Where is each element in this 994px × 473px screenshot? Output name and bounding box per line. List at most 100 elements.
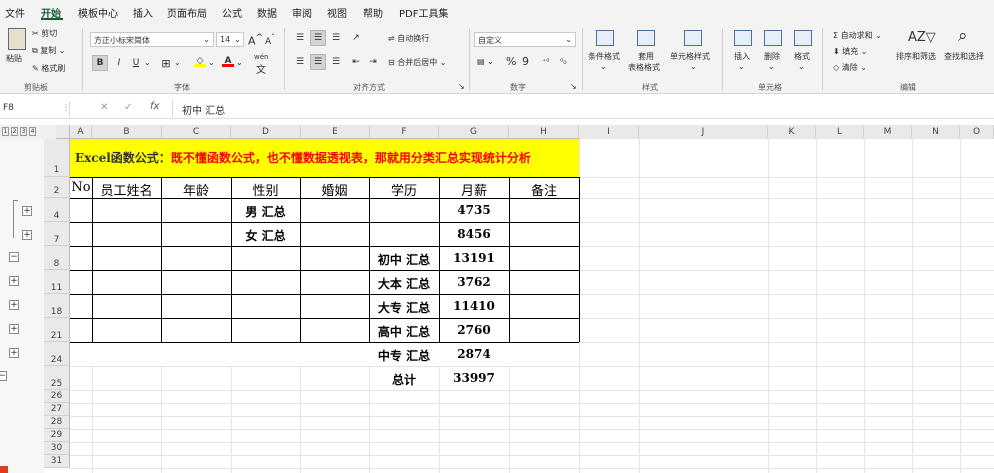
italic-button[interactable]: I <box>111 55 127 71</box>
menu-data[interactable]: 数据 <box>257 5 277 20</box>
column-header-e[interactable]: E <box>301 125 370 139</box>
decrease-decimal-icon[interactable]: ⁰₀ <box>560 57 566 66</box>
delete-cells-button[interactable]: 删除 <box>764 51 780 62</box>
increase-decimal-icon[interactable]: ⁺⁰ <box>542 57 549 66</box>
insert-cells-button[interactable]: 插入 <box>734 51 750 62</box>
collapse-group-button[interactable]: − <box>9 252 19 262</box>
row-header-4[interactable]: 4 <box>44 198 70 222</box>
menu-help[interactable]: 帮助 <box>363 5 383 20</box>
paste-button[interactable]: 粘贴 <box>6 53 22 64</box>
function-icon[interactable]: fx <box>150 101 159 112</box>
format-as-table-icon[interactable] <box>637 30 655 46</box>
column-header-d[interactable]: D <box>231 125 301 139</box>
grow-font-button[interactable]: A^ <box>248 32 263 48</box>
row-header-25[interactable]: 25 <box>44 366 70 390</box>
format-as-table-button[interactable]: 套用 <box>638 51 654 62</box>
column-header-g[interactable]: G <box>439 125 509 139</box>
expand-group-button[interactable]: + <box>22 206 32 216</box>
number-format-select[interactable]: 自定义 ⌄ <box>474 32 576 47</box>
align-bottom-icon[interactable]: ☰ <box>328 30 344 46</box>
row-header-28[interactable]: 28 <box>44 416 70 429</box>
align-right-icon[interactable]: ☰ <box>328 54 344 70</box>
font-name-select[interactable]: 方正小标宋简体 ⌄ <box>90 32 214 47</box>
row-header-27[interactable]: 27 <box>44 403 70 416</box>
outline-level-3[interactable]: 3 <box>20 127 27 136</box>
edu-subtotal-value[interactable]: 13191 <box>439 251 509 265</box>
row-header-26[interactable]: 26 <box>44 390 70 403</box>
conditional-format-icon[interactable] <box>596 30 614 46</box>
menu-insert[interactable]: 插入 <box>133 5 153 20</box>
header-marital[interactable]: 婚姻 <box>300 180 369 199</box>
header-employee-name[interactable]: 员工姓名 <box>92 180 161 199</box>
column-header-i-wide[interactable]: I <box>579 125 639 139</box>
fill-color-icon[interactable]: ◇ <box>192 53 208 69</box>
find-select-button[interactable]: 查找和选择 <box>944 51 984 62</box>
font-color-icon[interactable]: A <box>220 53 236 69</box>
edu-subtotal-label[interactable]: 初中 汇总 <box>369 251 439 268</box>
fill-color-dropdown-icon[interactable]: ⌄ <box>208 58 215 67</box>
delete-cells-icon[interactable] <box>764 30 782 46</box>
row-header-1[interactable]: 1 <box>44 139 70 177</box>
edu-subtotal-label[interactable]: 中专 汇总 <box>369 347 439 364</box>
column-header-h[interactable]: H <box>509 125 579 139</box>
header-age[interactable]: 年龄 <box>161 180 231 199</box>
name-box[interactable]: F8 <box>0 101 70 117</box>
expand-group-button[interactable]: + <box>9 324 19 334</box>
cell-styles-icon[interactable] <box>684 30 702 46</box>
row-header-29[interactable]: 29 <box>44 429 70 442</box>
edu-subtotal-value[interactable]: 3762 <box>439 275 509 289</box>
paste-icon[interactable] <box>8 28 26 50</box>
autosum-button[interactable]: Σ 自动求和 ⌄ <box>833 30 882 41</box>
number-launcher-icon[interactable]: ↘ <box>570 82 577 91</box>
select-all-corner[interactable] <box>56 125 70 139</box>
sort-filter-button[interactable]: 排序和筛选 <box>896 51 936 62</box>
outline-level-2[interactable]: 2 <box>11 127 18 136</box>
font-color-dropdown-icon[interactable]: ⌄ <box>236 58 243 67</box>
border-dropdown-icon[interactable]: ⌄ <box>174 58 181 67</box>
row-header-8[interactable]: 8 <box>44 246 70 270</box>
align-middle-icon[interactable]: ☰ <box>310 30 326 46</box>
underline-dropdown-icon[interactable]: ⌄ <box>144 58 151 67</box>
expand-group-button[interactable]: + <box>9 300 19 310</box>
menu-page-layout[interactable]: 页面布局 <box>167 5 207 20</box>
format-cells-button[interactable]: 格式 <box>794 51 810 62</box>
name-box-dropdown-icon[interactable]: ⋮ <box>62 103 70 112</box>
cell-styles-button[interactable]: 单元格样式 <box>670 51 710 62</box>
column-header-j-wide[interactable]: J <box>639 125 768 139</box>
expand-group-button[interactable]: + <box>9 348 19 358</box>
female-subtotal-label[interactable]: 女 汇总 <box>231 227 300 244</box>
grand-total-label[interactable]: 总计 <box>369 371 439 388</box>
female-subtotal-value[interactable]: 8456 <box>439 227 509 241</box>
accounting-format-icon[interactable]: ▤ ⌄ <box>477 57 494 66</box>
edu-subtotal-label[interactable]: 大专 汇总 <box>369 299 439 316</box>
row-header-11[interactable]: 11 <box>44 270 70 294</box>
header-remarks[interactable]: 备注 <box>509 180 579 199</box>
underline-button[interactable]: U <box>128 55 144 71</box>
header-education[interactable]: 学历 <box>369 180 439 199</box>
expand-group-button[interactable]: + <box>22 230 32 240</box>
grand-total-value[interactable]: 33997 <box>439 371 509 385</box>
edu-subtotal-value[interactable]: 2874 <box>439 347 509 361</box>
male-subtotal-value[interactable]: 4735 <box>439 203 509 217</box>
fill-button[interactable]: ⬇ 填充 ⌄ <box>833 46 868 57</box>
row-header-21[interactable]: 21 <box>44 318 70 342</box>
column-header-b[interactable]: B <box>92 125 162 139</box>
edu-subtotal-value[interactable]: 2760 <box>439 323 509 337</box>
column-header-k[interactable] <box>899 125 900 139</box>
increase-indent-icon[interactable]: ⇥ <box>365 54 381 70</box>
column-header-f[interactable]: F <box>370 125 439 139</box>
title-banner[interactable]: Excel函数公式：既不懂函数公式，也不懂数据透视表，那就用分类汇总实现统计分析 <box>70 139 579 177</box>
decrease-indent-icon[interactable]: ⇤ <box>348 54 364 70</box>
comma-button[interactable]: 9 <box>522 55 529 68</box>
format-cells-icon[interactable] <box>794 30 812 46</box>
edu-subtotal-value[interactable]: 11410 <box>439 299 509 313</box>
format-painter-button[interactable]: ✎ 格式刷 <box>32 63 65 74</box>
row-header-31[interactable]: 31 <box>44 455 70 468</box>
align-left-icon[interactable]: ☰ <box>292 54 308 70</box>
wrap-text-button[interactable]: ⇌ 自动换行 <box>388 33 429 44</box>
menu-file[interactable]: 文件 <box>5 5 25 20</box>
bold-button[interactable]: B <box>92 55 108 71</box>
male-subtotal-label[interactable]: 男 汇总 <box>231 203 300 220</box>
font-size-select[interactable]: 14 ⌄ <box>216 32 244 47</box>
menu-pdf-tools[interactable]: PDF工具集 <box>399 5 448 20</box>
